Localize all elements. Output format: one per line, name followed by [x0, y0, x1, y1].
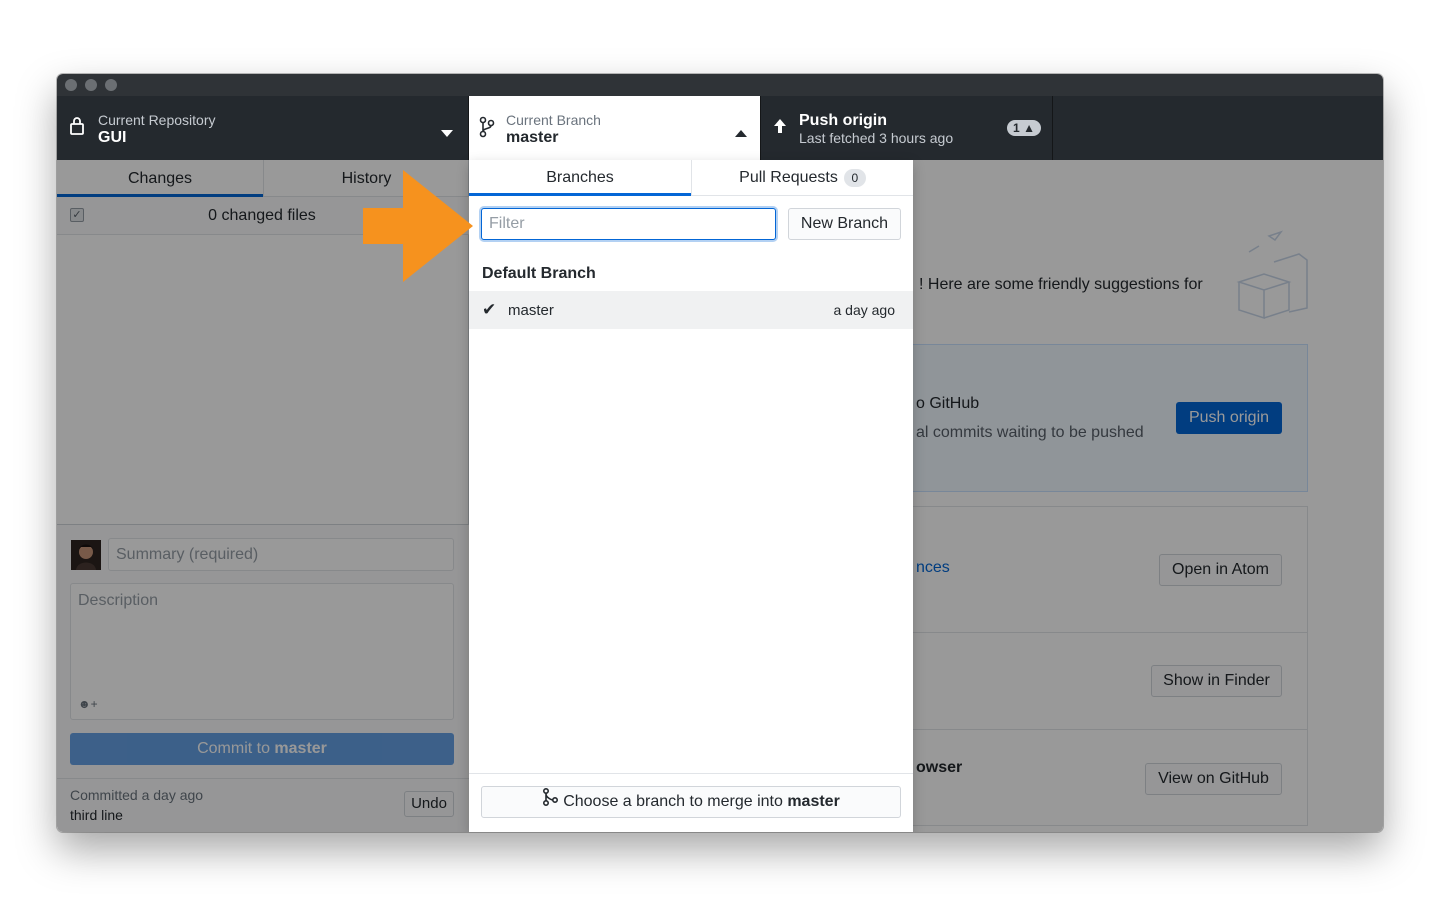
tab-pull-requests[interactable]: Pull Requests 0: [691, 160, 913, 196]
divider: [469, 773, 913, 774]
merge-prefix: Choose a branch to merge into: [563, 793, 788, 811]
annotation-arrow-icon: [363, 170, 473, 282]
dropdown-tabs: Branches Pull Requests 0: [469, 160, 913, 196]
title-bar: [57, 74, 1383, 96]
zoom-window-button[interactable]: [105, 79, 117, 91]
arrow-up-small-icon: ▲: [1023, 121, 1035, 135]
close-window-button[interactable]: [65, 79, 77, 91]
default-branch-heading: Default Branch: [482, 265, 596, 282]
check-icon: ✔: [482, 300, 497, 319]
branch-list-item[interactable]: ✔ master a day ago: [469, 291, 913, 329]
chevron-up-icon: [735, 122, 747, 143]
current-repository-button[interactable]: Current Repository GUI: [57, 96, 469, 160]
tab-branches[interactable]: Branches: [469, 160, 691, 196]
new-branch-button[interactable]: New Branch: [788, 208, 901, 240]
repository-name: GUI: [98, 129, 127, 146]
lock-icon: [69, 116, 85, 141]
merge-into-branch-button[interactable]: Choose a branch to merge into master: [481, 786, 901, 818]
last-fetched: Last fetched 3 hours ago: [799, 130, 954, 146]
merge-branch: master: [787, 793, 840, 811]
branch-dropdown: Branches Pull Requests 0 Filter New Branc…: [469, 160, 913, 832]
current-branch-button[interactable]: Current Branch master: [469, 96, 761, 160]
repository-label: Current Repository: [98, 112, 216, 128]
branch-item-time: a day ago: [833, 302, 896, 318]
push-origin-button[interactable]: Push origin Last fetched 3 hours ago 1 ▲: [761, 96, 1053, 160]
pull-requests-label: Pull Requests: [739, 169, 838, 186]
toolbar: Current Repository GUI Current Branch ma…: [57, 96, 1383, 160]
git-branch-icon: [479, 116, 495, 143]
ahead-count-badge: 1 ▲: [1007, 120, 1041, 136]
chevron-down-icon: [441, 122, 453, 143]
branch-item-name: master: [508, 302, 554, 319]
arrow-up-icon: [773, 118, 787, 139]
minimize-window-button[interactable]: [85, 79, 97, 91]
branch-label: Current Branch: [506, 112, 601, 128]
push-title: Push origin: [799, 112, 887, 129]
app-window: Current Repository GUI Current Branch ma…: [57, 74, 1383, 832]
filter-placeholder: Filter: [489, 215, 525, 232]
ahead-count: 1: [1013, 121, 1020, 135]
pull-requests-count: 0: [843, 168, 866, 187]
git-merge-icon: [542, 787, 559, 817]
branch-name: master: [506, 129, 559, 146]
branch-filter-input[interactable]: Filter: [481, 208, 776, 240]
